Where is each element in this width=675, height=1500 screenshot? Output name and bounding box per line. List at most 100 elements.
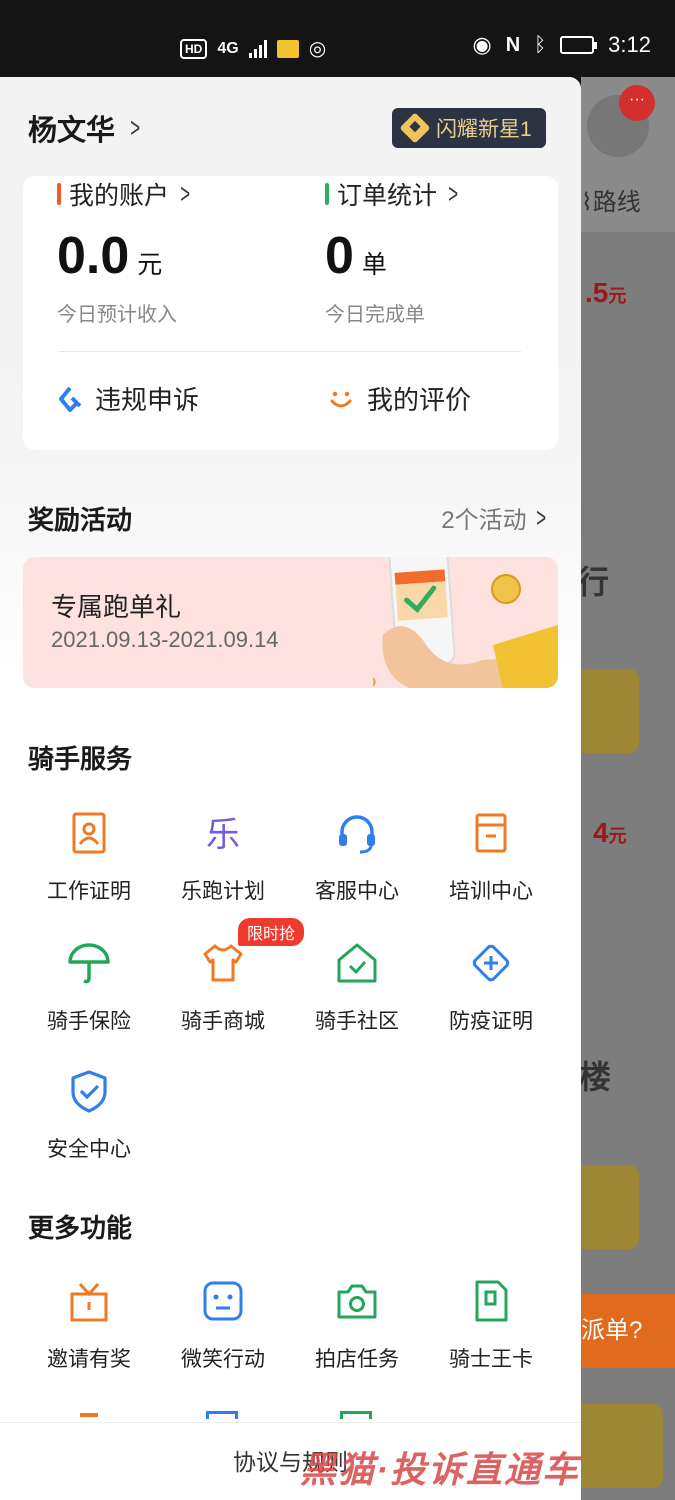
account-title: 我的账户 [69,182,170,210]
headset-icon [339,815,375,854]
orders-unit: 单 [361,251,387,279]
orders-stat[interactable]: 订单统计 > 0单 今日完成单 [325,176,461,327]
gift-icon [70,1282,108,1322]
battery-icon [560,36,598,54]
smile-face-icon [203,1281,243,1321]
service-label: 骑手保险 [47,1010,131,1033]
account-value: 0.0 [57,227,130,285]
appeal-icon [59,386,82,412]
next-row-icon-3 [340,1411,372,1419]
feature-label: 骑士王卡 [449,1348,533,1371]
stats-card: 我的账户 > 0.0 元 今日预计收入 订单统计 > 0单 今日完成单 违规申诉 … [23,176,558,450]
service-rider-community[interactable]: 骑手社区 [290,940,424,1035]
hd-indicator: HD [180,38,208,59]
route-label[interactable]: ⌇路线 [581,182,641,217]
user-profile-link[interactable]: 杨文华 > [28,107,143,149]
service-label: 安全中心 [47,1138,131,1161]
feature-smile-action[interactable]: 微笑行动 [156,1278,290,1373]
dispatch-banner[interactable]: 派单? [581,1294,675,1368]
rider-services-title: 骑手服务 [28,744,133,774]
nfc-icon: N [505,33,521,56]
background-price-2: 4元 [593,817,627,848]
my-reviews-label: 我的评价 [367,385,472,415]
diamond-icon [399,112,431,144]
appeal-label: 违规申诉 [95,385,200,415]
feature-label: 微笑行动 [181,1348,265,1371]
next-row-icon-1 [80,1413,98,1417]
service-label: 工作证明 [47,880,131,903]
feature-label: 拍店任务 [315,1348,399,1371]
bluetooth-icon: ᛒ [534,33,547,56]
background-text-2: 楼 [581,1059,612,1095]
umbrella-icon [68,943,110,984]
user-name: 杨文华 [28,115,116,147]
rider-services-grid: 工作证明 乐 乐跑计划 客服中心 培训中心 骑手保险 限时抢 骑手商城 骑手社区 [22,810,558,1170]
next-row-icon-2 [206,1411,238,1419]
rewards-section-title: 奖励活动 [28,505,133,535]
account-unit: 元 [137,251,163,279]
training-icon [475,813,507,853]
wechat-icon: ◎ [308,38,327,60]
service-label: 骑手社区 [315,1010,399,1033]
background-app[interactable]: ··· ⌇路线 .5元 行 4元 楼 派单? [581,77,675,1500]
shield-icon [71,1070,107,1113]
orders-accent-bar [325,183,329,205]
phone-hand-illustration [373,557,558,688]
background-text-1: 行 [581,564,610,600]
rewards-more-label: 2个活动 [441,507,527,534]
chevron-right-icon: > [130,112,141,143]
home-icon [337,943,377,983]
background-button-1[interactable] [581,669,639,753]
rewards-more-link[interactable]: 2个活动 > [441,500,549,535]
service-le-run-plan[interactable]: 乐 乐跑计划 [156,810,290,905]
chevron-right-icon: > [180,178,191,209]
service-label: 客服中心 [315,880,399,903]
le-icon: 乐 [206,815,240,855]
account-accent-bar [57,183,61,205]
service-epidemic-proof[interactable]: 防疫证明 [424,940,558,1035]
feature-label: 邀请有奖 [47,1348,131,1371]
feature-invite-reward[interactable]: 邀请有奖 [22,1278,156,1373]
my-reviews-button[interactable]: 我的评价 [327,380,471,417]
account-subtitle: 今日预计收入 [57,304,177,326]
status-left: HD 4G ◎ [180,36,326,61]
service-label: 培训中心 [449,880,533,903]
background-button-3[interactable] [581,1404,663,1488]
network-type: 4G [217,39,239,57]
status-right: ◉ N ᛒ 3:12 [473,32,651,58]
service-safety-center[interactable]: 安全中心 [22,1068,156,1163]
more-features-grid: 邀请有奖 微笑行动 拍店任务 骑士王卡 [22,1278,558,1378]
service-rider-insurance[interactable]: 骑手保险 [22,940,156,1035]
smile-icon [330,391,352,407]
file-icon [276,39,299,58]
service-label: 防疫证明 [449,1010,533,1033]
service-rider-mall[interactable]: 限时抢 骑手商城 [156,918,305,1035]
eye-icon: ◉ [472,32,492,57]
promo-date: 2021.09.13-2021.09.14 [51,627,279,652]
feature-knight-king-card[interactable]: 骑士王卡 [424,1278,558,1373]
clock: 3:12 [608,32,651,57]
notification-badge: ··· [619,85,655,121]
service-work-proof[interactable]: 工作证明 [22,810,156,905]
orders-title: 订单统计 [337,182,438,210]
side-drawer: 杨文华 > 闪耀新星1 我的账户 > 0.0 元 今日预计收入 订单统计 > 0单… [0,77,581,1500]
background-price-1: .5元 [585,277,627,308]
more-features-title: 更多功能 [28,1213,133,1243]
appeal-button[interactable]: 违规申诉 [57,380,199,417]
watermark: 黑猫·投诉直通车 [300,1449,580,1490]
chevron-right-icon: > [535,501,546,533]
service-label: 骑手商城 [181,1010,265,1033]
account-stat[interactable]: 我的账户 > 0.0 元 今日预计收入 [57,176,193,327]
service-training-center[interactable]: 培训中心 [424,810,558,905]
chevron-right-icon: > [448,178,459,209]
medical-icon [472,944,510,982]
background-header: ··· ⌇路线 [581,77,675,232]
camera-icon [337,1284,377,1319]
stats-divider [59,351,521,352]
service-customer-center[interactable]: 客服中心 [290,810,424,905]
background-button-2[interactable] [581,1165,639,1249]
feature-shop-photo-task[interactable]: 拍店任务 [290,1278,424,1373]
shirt-icon [203,944,243,982]
level-badge[interactable]: 闪耀新星1 [392,108,546,148]
promo-banner[interactable]: 专属跑单礼 2021.09.13-2021.09.14 [23,557,558,688]
